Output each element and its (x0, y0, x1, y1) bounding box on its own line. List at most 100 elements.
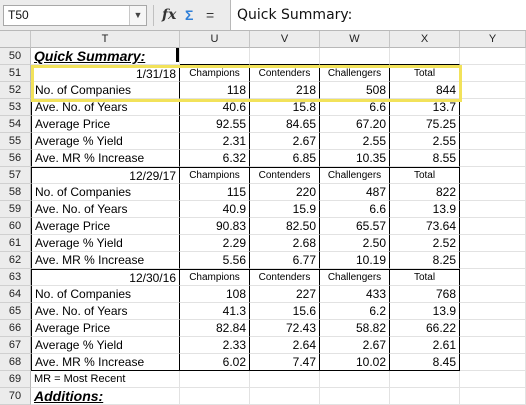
empty-cell[interactable] (250, 388, 320, 405)
column-header[interactable]: V (250, 31, 320, 48)
value-cell[interactable]: 2.33 (180, 337, 250, 354)
name-box[interactable]: T50 ▼ (3, 5, 147, 26)
category-header[interactable]: Total (390, 269, 460, 286)
metric-label[interactable]: No. of Companies (31, 82, 180, 99)
empty-cell[interactable] (460, 184, 526, 201)
formula-input[interactable]: Quick Summary: (230, 0, 526, 30)
category-header[interactable]: Champions (180, 65, 250, 82)
value-cell[interactable]: 8.55 (390, 150, 460, 167)
value-cell[interactable]: 15.9 (250, 201, 320, 218)
row-header[interactable]: 57 (0, 167, 31, 184)
category-header[interactable]: Contenders (250, 65, 320, 82)
empty-cell[interactable] (460, 252, 526, 269)
empty-cell[interactable] (320, 48, 390, 65)
metric-label[interactable]: Average % Yield (31, 235, 180, 252)
footnote[interactable]: MR = Most Recent (31, 371, 180, 388)
empty-cell[interactable] (460, 99, 526, 116)
row-header[interactable]: 60 (0, 218, 31, 235)
row-header[interactable]: 70 (0, 388, 31, 405)
empty-cell[interactable] (320, 388, 390, 405)
value-cell[interactable]: 108 (180, 286, 250, 303)
empty-cell[interactable] (180, 388, 250, 405)
value-cell[interactable]: 2.61 (390, 337, 460, 354)
chevron-down-icon[interactable]: ▼ (129, 6, 146, 25)
row-header[interactable]: 51 (0, 65, 31, 82)
row-header[interactable]: 52 (0, 82, 31, 99)
metric-label[interactable]: Average Price (31, 320, 180, 337)
value-cell[interactable]: 72.43 (250, 320, 320, 337)
empty-cell[interactable] (460, 82, 526, 99)
row-header[interactable]: 61 (0, 235, 31, 252)
value-cell[interactable]: 220 (250, 184, 320, 201)
column-header[interactable]: X (390, 31, 460, 48)
empty-cell[interactable] (460, 286, 526, 303)
empty-cell[interactable] (460, 371, 526, 388)
empty-cell[interactable] (460, 320, 526, 337)
value-cell[interactable]: 90.83 (180, 218, 250, 235)
empty-cell[interactable] (460, 116, 526, 133)
value-cell[interactable]: 6.6 (320, 99, 390, 116)
row-header[interactable]: 56 (0, 150, 31, 167)
value-cell[interactable]: 84.65 (250, 116, 320, 133)
value-cell[interactable]: 13.7 (390, 99, 460, 116)
value-cell[interactable]: 66.22 (390, 320, 460, 337)
function-icon[interactable]: fx (162, 7, 176, 23)
value-cell[interactable]: 6.77 (250, 252, 320, 269)
value-cell[interactable]: 6.32 (180, 150, 250, 167)
row-header[interactable]: 67 (0, 337, 31, 354)
value-cell[interactable]: 2.67 (320, 337, 390, 354)
category-header[interactable]: Total (390, 65, 460, 82)
row-header[interactable]: 66 (0, 320, 31, 337)
value-cell[interactable]: 13.9 (390, 201, 460, 218)
value-cell[interactable]: 10.19 (320, 252, 390, 269)
metric-label[interactable]: Ave. No. of Years (31, 99, 180, 116)
value-cell[interactable]: 13.9 (390, 303, 460, 320)
value-cell[interactable]: 508 (320, 82, 390, 99)
value-cell[interactable]: 2.52 (390, 235, 460, 252)
column-header[interactable]: W (320, 31, 390, 48)
empty-cell[interactable] (250, 371, 320, 388)
metric-label[interactable]: Ave. No. of Years (31, 303, 180, 320)
value-cell[interactable]: 65.57 (320, 218, 390, 235)
section-title[interactable]: Additions: (31, 388, 180, 405)
value-cell[interactable]: 822 (390, 184, 460, 201)
category-header[interactable]: Challengers (320, 167, 390, 184)
autosum-icon[interactable]: Σ (185, 7, 193, 23)
value-cell[interactable]: 15.6 (250, 303, 320, 320)
value-cell[interactable]: 844 (390, 82, 460, 99)
value-cell[interactable]: 2.29 (180, 235, 250, 252)
equals-icon[interactable]: = (206, 7, 214, 23)
select-all-corner[interactable] (0, 31, 31, 48)
value-cell[interactable]: 75.25 (390, 116, 460, 133)
row-header[interactable]: 55 (0, 133, 31, 150)
row-header[interactable]: 63 (0, 269, 31, 286)
row-header[interactable]: 62 (0, 252, 31, 269)
row-header[interactable]: 65 (0, 303, 31, 320)
metric-label[interactable]: No. of Companies (31, 184, 180, 201)
empty-cell[interactable] (460, 354, 526, 371)
value-cell[interactable]: 10.02 (320, 354, 390, 371)
metric-label[interactable]: Ave. MR % Increase (31, 252, 180, 269)
value-cell[interactable]: 73.64 (390, 218, 460, 235)
value-cell[interactable]: 115 (180, 184, 250, 201)
empty-cell[interactable] (390, 388, 460, 405)
metric-label[interactable]: Ave. No. of Years (31, 201, 180, 218)
category-header[interactable]: Total (390, 167, 460, 184)
category-header[interactable]: Champions (180, 269, 250, 286)
value-cell[interactable]: 2.31 (180, 133, 250, 150)
value-cell[interactable]: 2.55 (320, 133, 390, 150)
row-header[interactable]: 50 (0, 48, 31, 65)
value-cell[interactable]: 6.6 (320, 201, 390, 218)
empty-cell[interactable] (390, 48, 460, 65)
row-header[interactable]: 69 (0, 371, 31, 388)
value-cell[interactable]: 7.47 (250, 354, 320, 371)
value-cell[interactable]: 58.82 (320, 320, 390, 337)
value-cell[interactable]: 2.67 (250, 133, 320, 150)
section-title[interactable]: Quick Summary: (31, 48, 180, 65)
metric-label[interactable]: Ave. MR % Increase (31, 150, 180, 167)
category-header[interactable]: Challengers (320, 65, 390, 82)
metric-label[interactable]: No. of Companies (31, 286, 180, 303)
empty-cell[interactable] (460, 65, 526, 82)
value-cell[interactable]: 92.55 (180, 116, 250, 133)
column-header[interactable]: T (31, 31, 180, 48)
